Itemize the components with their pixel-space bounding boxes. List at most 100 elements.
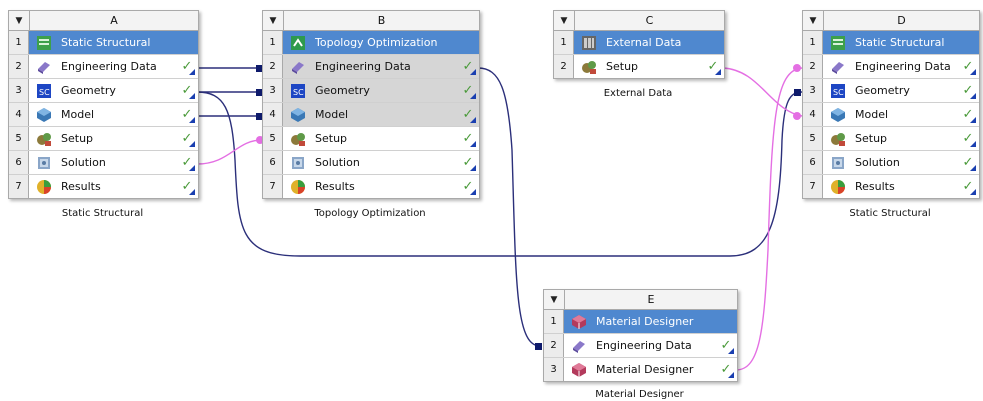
cell-corner-triangle-icon	[470, 69, 476, 75]
system-menu-chevron-down-icon[interactable]: ▼	[803, 11, 824, 30]
static-structural-icon	[829, 35, 847, 51]
port-d2	[793, 64, 801, 72]
system-a[interactable]: ▼ A 1 Static Structural 2 Engineering Data ✓ 3 S…	[8, 10, 199, 199]
row-number: 2	[803, 55, 823, 78]
system-e-caption: Material Designer	[595, 389, 684, 400]
cell-geometry[interactable]: 3 SC Geometry ✓	[9, 79, 198, 103]
cell-label: Results	[855, 180, 895, 193]
system-b-header: ▼ B	[263, 11, 479, 31]
system-e-header: ▼ E	[544, 290, 737, 310]
link-e3-d2	[735, 67, 803, 371]
cell-corner-triangle-icon	[970, 189, 976, 195]
row-number: 4	[803, 103, 823, 126]
svg-text:SC: SC	[833, 88, 844, 97]
cell-solution[interactable]: 6 Solution ✓	[803, 151, 979, 175]
external-data-icon	[580, 35, 598, 51]
link-c2-d4	[722, 67, 803, 117]
port-d3	[794, 89, 801, 96]
cell-setup[interactable]: 5 Setup ✓	[9, 127, 198, 151]
material-designer-icon	[570, 314, 588, 330]
system-title-cell[interactable]: 1 Material Designer	[544, 310, 737, 334]
svg-text:SC: SC	[293, 88, 304, 97]
cell-material-designer[interactable]: 3 Material Designer ✓	[544, 358, 737, 381]
row-number: 5	[263, 127, 283, 150]
row-number: 4	[9, 103, 29, 126]
cell-corner-triangle-icon	[470, 165, 476, 171]
geometry-icon: SC	[289, 83, 307, 99]
cell-corner-triangle-icon	[970, 93, 976, 99]
port-d4	[793, 112, 801, 120]
cell-model[interactable]: 4 Model ✓	[9, 103, 198, 127]
system-c[interactable]: ▼ C 1 External Data 2 Setup ✓	[553, 10, 725, 79]
row-number: 5	[803, 127, 823, 150]
cell-label: Material Designer	[596, 315, 694, 328]
cell-corner-triangle-icon	[189, 69, 195, 75]
row-number: 3	[803, 79, 823, 102]
cell-results[interactable]: 7 Results ✓	[803, 175, 979, 198]
cell-engineering-data[interactable]: 2 Engineering Data ✓	[803, 55, 979, 79]
row-number: 4	[263, 103, 283, 126]
row-number: 3	[544, 358, 564, 381]
system-title-cell[interactable]: 1 Static Structural	[9, 31, 198, 55]
port-e2	[535, 343, 542, 350]
solution-icon	[35, 155, 53, 171]
cell-label: Solution	[61, 156, 106, 169]
system-menu-chevron-down-icon[interactable]: ▼	[544, 290, 565, 309]
cell-geometry[interactable]: 3 SC Geometry ✓	[263, 79, 479, 103]
cell-results[interactable]: 7 Results ✓	[9, 175, 198, 198]
cell-engineering-data[interactable]: 2 Engineering Data ✓	[544, 334, 737, 358]
row-number: 5	[9, 127, 29, 150]
system-menu-chevron-down-icon[interactable]: ▼	[554, 11, 575, 30]
row-number: 2	[9, 55, 29, 78]
geometry-icon: SC	[829, 83, 847, 99]
cell-setup[interactable]: 2 Setup ✓	[554, 55, 724, 78]
static-structural-icon	[35, 35, 53, 51]
row-number: 2	[263, 55, 283, 78]
cell-solution[interactable]: 6 Solution ✓	[9, 151, 198, 175]
cell-corner-triangle-icon	[189, 165, 195, 171]
results-icon	[829, 179, 847, 195]
cell-engineering-data[interactable]: 2 Engineering Data ✓	[263, 55, 479, 79]
row-number: 6	[9, 151, 29, 174]
cell-label: Setup	[855, 132, 888, 145]
cell-results[interactable]: 7 Results ✓	[263, 175, 479, 198]
model-icon	[35, 107, 53, 123]
system-d-caption: Static Structural	[849, 208, 931, 219]
cell-setup[interactable]: 5 Setup ✓	[263, 127, 479, 151]
results-icon	[35, 179, 53, 195]
system-c-header: ▼ C	[554, 11, 724, 31]
cell-setup[interactable]: 5 Setup ✓	[803, 127, 979, 151]
cell-label: Setup	[315, 132, 348, 145]
system-b[interactable]: ▼ B 1 Topology Optimization 2 Engineering Dat…	[262, 10, 480, 199]
cell-model[interactable]: 4 Model ✓	[803, 103, 979, 127]
svg-text:SC: SC	[39, 88, 50, 97]
cell-label: Static Structural	[61, 36, 151, 49]
cell-engineering-data[interactable]: 2 Engineering Data ✓	[9, 55, 198, 79]
system-menu-chevron-down-icon[interactable]: ▼	[263, 11, 284, 30]
engineering-data-icon	[289, 59, 307, 75]
cell-label: Engineering Data	[596, 339, 692, 352]
model-icon	[829, 107, 847, 123]
setup-icon	[580, 59, 598, 75]
cell-label: Geometry	[315, 84, 370, 97]
system-b-caption: Topology Optimization	[314, 208, 426, 219]
system-e[interactable]: ▼ E 1 Material Designer 2 Engineering Data ✓ 3 M…	[543, 289, 738, 382]
system-title-cell[interactable]: 1 External Data	[554, 31, 724, 55]
cell-geometry[interactable]: 3 SC Geometry ✓	[803, 79, 979, 103]
system-title-cell[interactable]: 1 Topology Optimization	[263, 31, 479, 55]
cell-corner-triangle-icon	[189, 93, 195, 99]
cell-label: External Data	[606, 36, 682, 49]
results-icon	[289, 179, 307, 195]
cell-model[interactable]: 4 Model ✓	[263, 103, 479, 127]
cell-label: Model	[855, 108, 889, 121]
solution-icon	[829, 155, 847, 171]
cell-solution[interactable]: 6 Solution ✓	[263, 151, 479, 175]
row-number: 7	[9, 175, 29, 198]
cell-corner-triangle-icon	[189, 141, 195, 147]
system-title-cell[interactable]: 1 Static Structural	[803, 31, 979, 55]
system-menu-chevron-down-icon[interactable]: ▼	[9, 11, 30, 30]
system-d[interactable]: ▼ D 1 Static Structural 2 Engineering Data ✓ 3 S…	[802, 10, 980, 199]
cell-corner-triangle-icon	[470, 93, 476, 99]
system-a-header: ▼ A	[9, 11, 198, 31]
engineering-data-icon	[829, 59, 847, 75]
